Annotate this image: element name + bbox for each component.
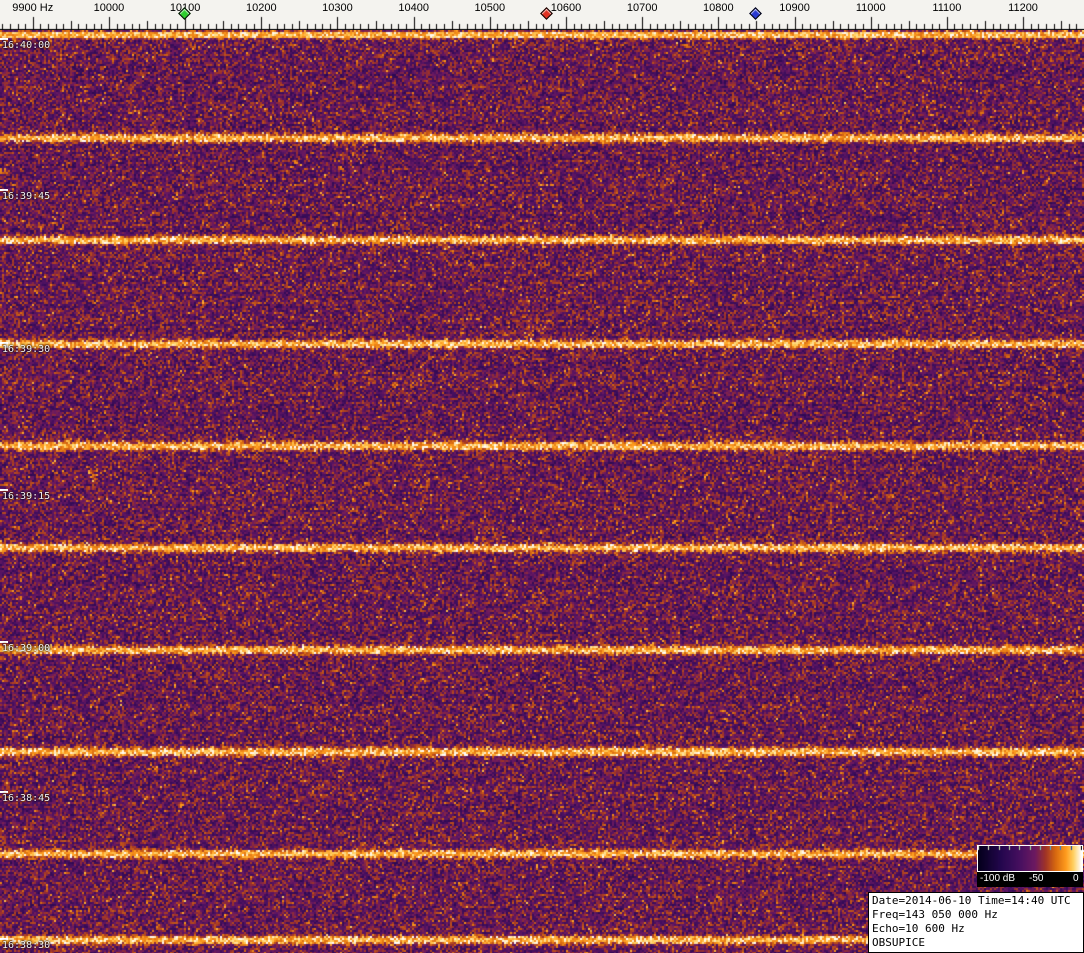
- color-scale-legend: -100 dB -50 0: [977, 845, 1083, 887]
- info-line: Date=2014-06-10 Time=14:40 UTC: [872, 894, 1071, 907]
- color-scale-labels: -100 dB -50 0: [977, 872, 1083, 887]
- freq-tick-label: 10900: [779, 2, 810, 14]
- info-line: OBSUPICE: [872, 936, 925, 949]
- spectrogram-app: 9900 Hz100001010010200103001040010500106…: [0, 0, 1084, 953]
- color-scale-gradient: [977, 845, 1083, 872]
- info-line: Freq=143 050 000 Hz: [872, 908, 998, 921]
- freq-tick-label: 10200: [245, 2, 277, 14]
- freq-tick-label: 10800: [703, 2, 734, 14]
- freq-tick-label: 10300: [322, 2, 353, 14]
- spectrogram-canvas: [0, 30, 1084, 953]
- freq-tick-label: 10500: [474, 2, 506, 14]
- freq-tick-label: 11100: [932, 2, 962, 14]
- freq-tick-label: 10700: [626, 2, 658, 14]
- freq-tick-label: 9900 Hz: [12, 2, 54, 14]
- freq-tick-label: 10400: [398, 2, 429, 14]
- info-box: Date=2014-06-10 Time=14:40 UTC Freq=143 0…: [868, 892, 1084, 953]
- freq-tick-label: 10600: [550, 2, 582, 14]
- freq-tick-label: 11000: [855, 2, 886, 14]
- legend-tick-label: 0: [1073, 873, 1079, 884]
- legend-tick-label: -50: [1029, 873, 1044, 884]
- frequency-ruler[interactable]: 9900 Hz100001010010200103001040010500106…: [0, 0, 1084, 30]
- legend-tick-label: -100 dB: [980, 873, 1016, 884]
- freq-tick-label: 10000: [93, 2, 125, 14]
- info-line: Echo=10 600 Hz: [872, 922, 965, 935]
- freq-tick-label: 11200: [1008, 2, 1038, 14]
